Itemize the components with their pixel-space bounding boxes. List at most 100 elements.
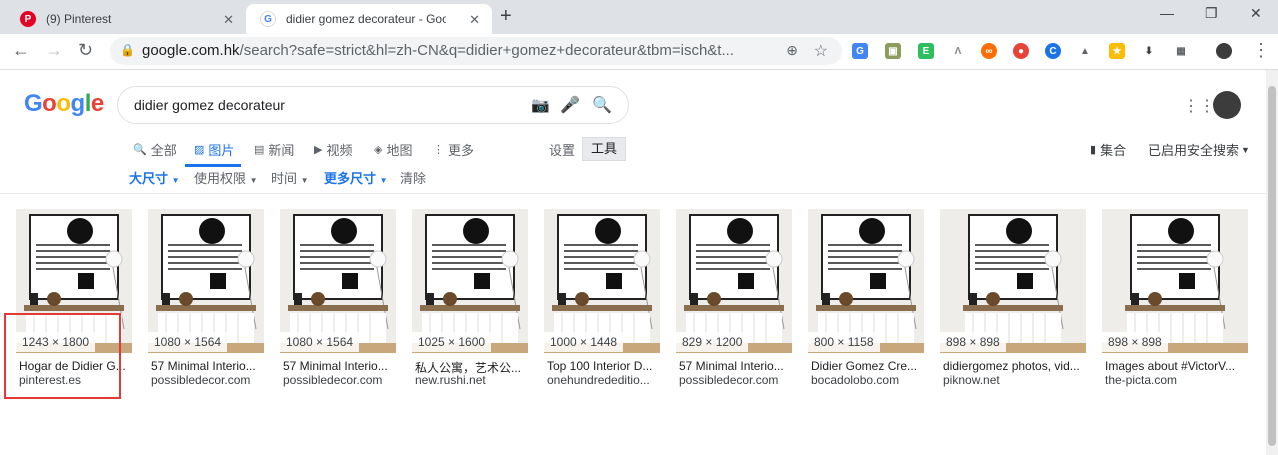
clear-filters[interactable]: 清除 [400,168,426,187]
back-icon[interactable]: ← [12,40,30,61]
google-logo[interactable]: Google [24,90,104,118]
safesearch-dropdown[interactable]: 已启用安全搜索 ▼ [1148,140,1250,159]
close-tab-icon[interactable]: ✕ [223,12,234,28]
tab-more[interactable]: ⋮ 更多 [433,140,474,159]
image-extension-icon[interactable]: ▣ [885,43,901,59]
active-tab-indicator [185,164,241,167]
video-icon: ▶ [314,144,323,156]
pinterest-icon: P [20,11,36,27]
map-icon: ◈ [374,144,383,156]
bookmark-star-icon[interactable]: ☆ [814,41,828,61]
result-title[interactable]: didiergomez photos, vid... [943,359,1089,373]
forward-icon[interactable]: → [45,40,63,61]
tab-title: (9) Pinterest [46,12,112,26]
close-window-icon[interactable]: ✕ [1250,5,1262,22]
highlight-box [4,313,121,399]
menu-icon[interactable]: ⋮ [1252,40,1270,61]
search-page: Google didier gomez decorateur 📷 🎤 🔍 ⋮⋮ … [0,70,1278,455]
caret-down-icon: ▼ [300,176,309,185]
result-source[interactable]: piknow.net [943,373,1089,387]
drive-extension-icon[interactable]: ▲ [1077,43,1093,59]
profile-avatar[interactable] [1216,43,1232,59]
result-source[interactable]: bocadolobo.com [811,373,927,387]
image-dimensions: 1080 × 1564 [148,332,228,352]
image-dimensions: 1000 × 1448 [544,332,624,352]
image-dimensions: 1025 × 1600 [412,332,492,352]
google-icon: G [260,11,276,27]
tab-images[interactable]: ▨ 图片 [194,140,234,159]
address-bar[interactable]: 🔒 google.com.hk/search?safe=strict&hl=zh… [110,37,842,65]
location-extension-icon[interactable]: ● [1013,43,1029,59]
image-dimensions: 800 × 1158 [808,332,880,352]
yellow-extension-icon[interactable]: ★ [1109,43,1125,59]
collections-link[interactable]: ▮ 集合 [1090,140,1126,159]
tab-videos[interactable]: ▶ 视频 [314,140,352,159]
browser-chrome: P (9) Pinterest ✕ G didier gomez decorat… [0,0,1278,70]
result-title[interactable]: Didier Gomez Cre... [811,359,927,373]
image-dimensions: 898 × 898 [940,332,1006,352]
image-dimensions: 1080 × 1564 [280,332,360,352]
result-source[interactable]: the-picta.com [1105,373,1251,387]
result-title[interactable]: Images about #VictorV... [1105,359,1251,373]
tab-title: didier gomez decorateur - Goo [286,12,446,26]
more-icon: ⋮ [433,144,444,156]
settings-link[interactable]: 设置 [549,140,575,159]
bookmark-icon: ▮ [1090,144,1097,156]
tool-filters: 大尺寸 ▼ 使用权限 ▼ 时间 ▼ 更多尺寸 ▼ 清除 [0,168,1278,190]
scrollbar[interactable] [1266,70,1278,455]
tab-news[interactable]: ▤ 新闻 [254,140,294,159]
tab-all[interactable]: 🔍 全部 [133,140,177,159]
result-source[interactable]: onehundrededitio... [547,373,663,387]
search-icon: 🔍 [133,144,147,156]
infinity-extension-icon[interactable]: ∞ [981,43,997,59]
camera-icon[interactable]: 📷 [531,96,550,114]
result-title[interactable]: 57 Minimal Interio... [679,359,795,373]
evernote-extension-icon[interactable]: E [918,43,934,59]
caret-down-icon: ▼ [379,176,388,185]
browser-tab-google[interactable]: G didier gomez decorateur - Goo ✕ [246,4,492,34]
caret-down-icon: ▼ [1241,144,1250,155]
result-source[interactable]: possibledecor.com [283,373,399,387]
a-extension-icon[interactable]: Λ [950,43,966,59]
tab-maps[interactable]: ◈ 地图 [374,140,412,159]
restore-icon[interactable]: ❐ [1205,5,1218,22]
close-tab-icon[interactable]: ✕ [469,12,480,28]
scrollbar-thumb[interactable] [1268,86,1276,446]
result-title[interactable]: 57 Minimal Interio... [151,359,267,373]
search-icon[interactable]: 🔍 [592,95,612,115]
result-source[interactable]: possibledecor.com [151,373,267,387]
c-extension-icon[interactable]: C [1045,43,1061,59]
search-input[interactable]: didier gomez decorateur 📷 🎤 🔍 [117,86,629,124]
caret-down-icon: ▼ [171,176,180,185]
divider [0,193,1266,194]
zoom-icon[interactable]: ⊕ [786,42,798,59]
reload-icon[interactable]: ↻ [78,40,93,61]
news-icon: ▤ [254,144,265,156]
search-query: didier gomez decorateur [134,97,285,113]
rights-filter[interactable]: 使用权限 ▼ [194,168,258,187]
url-text: google.com.hk/search?safe=strict&hl=zh-C… [142,42,734,59]
result-title[interactable]: 57 Minimal Interio... [283,359,399,373]
result-source[interactable]: possibledecor.com [679,373,795,387]
microphone-icon[interactable]: 🎤 [560,95,580,115]
time-filter[interactable]: 时间 ▼ [271,168,309,187]
image-dimensions: 829 × 1200 [676,332,749,352]
search-tabs: 🔍 全部 ▨ 图片 ▤ 新闻 ▶ 视频 ◈ 地图 ⋮ 更多 设置 工具 ▮ 集合 已启用安全搜… [0,136,1278,167]
download-icon[interactable]: ⬇ [1141,43,1157,59]
tools-button[interactable]: 工具 [582,137,626,161]
size-filter[interactable]: 大尺寸 ▼ [129,168,180,187]
translate-extension-icon[interactable]: G [852,43,868,59]
browser-toolbar: ← → ↻ 🔒 google.com.hk/search?safe=strict… [0,34,1278,70]
image-icon: ▨ [194,144,205,156]
tab-strip: P (9) Pinterest ✕ G didier gomez decorat… [0,0,1278,34]
result-title[interactable]: Top 100 Interior D... [547,359,663,373]
more-sizes-filter[interactable]: 更多尺寸 ▼ [324,168,388,187]
browser-tab-pinterest[interactable]: P (9) Pinterest ✕ [6,4,246,34]
result-source[interactable]: new.rushi.net [415,373,531,387]
caret-down-icon: ▼ [249,176,258,185]
minimize-icon[interactable]: — [1160,5,1174,21]
apps-grid-icon[interactable]: ⋮⋮ [1183,96,1215,116]
new-tab-button[interactable]: + [500,5,512,28]
account-avatar[interactable] [1213,91,1241,119]
extensions-icon[interactable]: ▦ [1173,43,1189,59]
